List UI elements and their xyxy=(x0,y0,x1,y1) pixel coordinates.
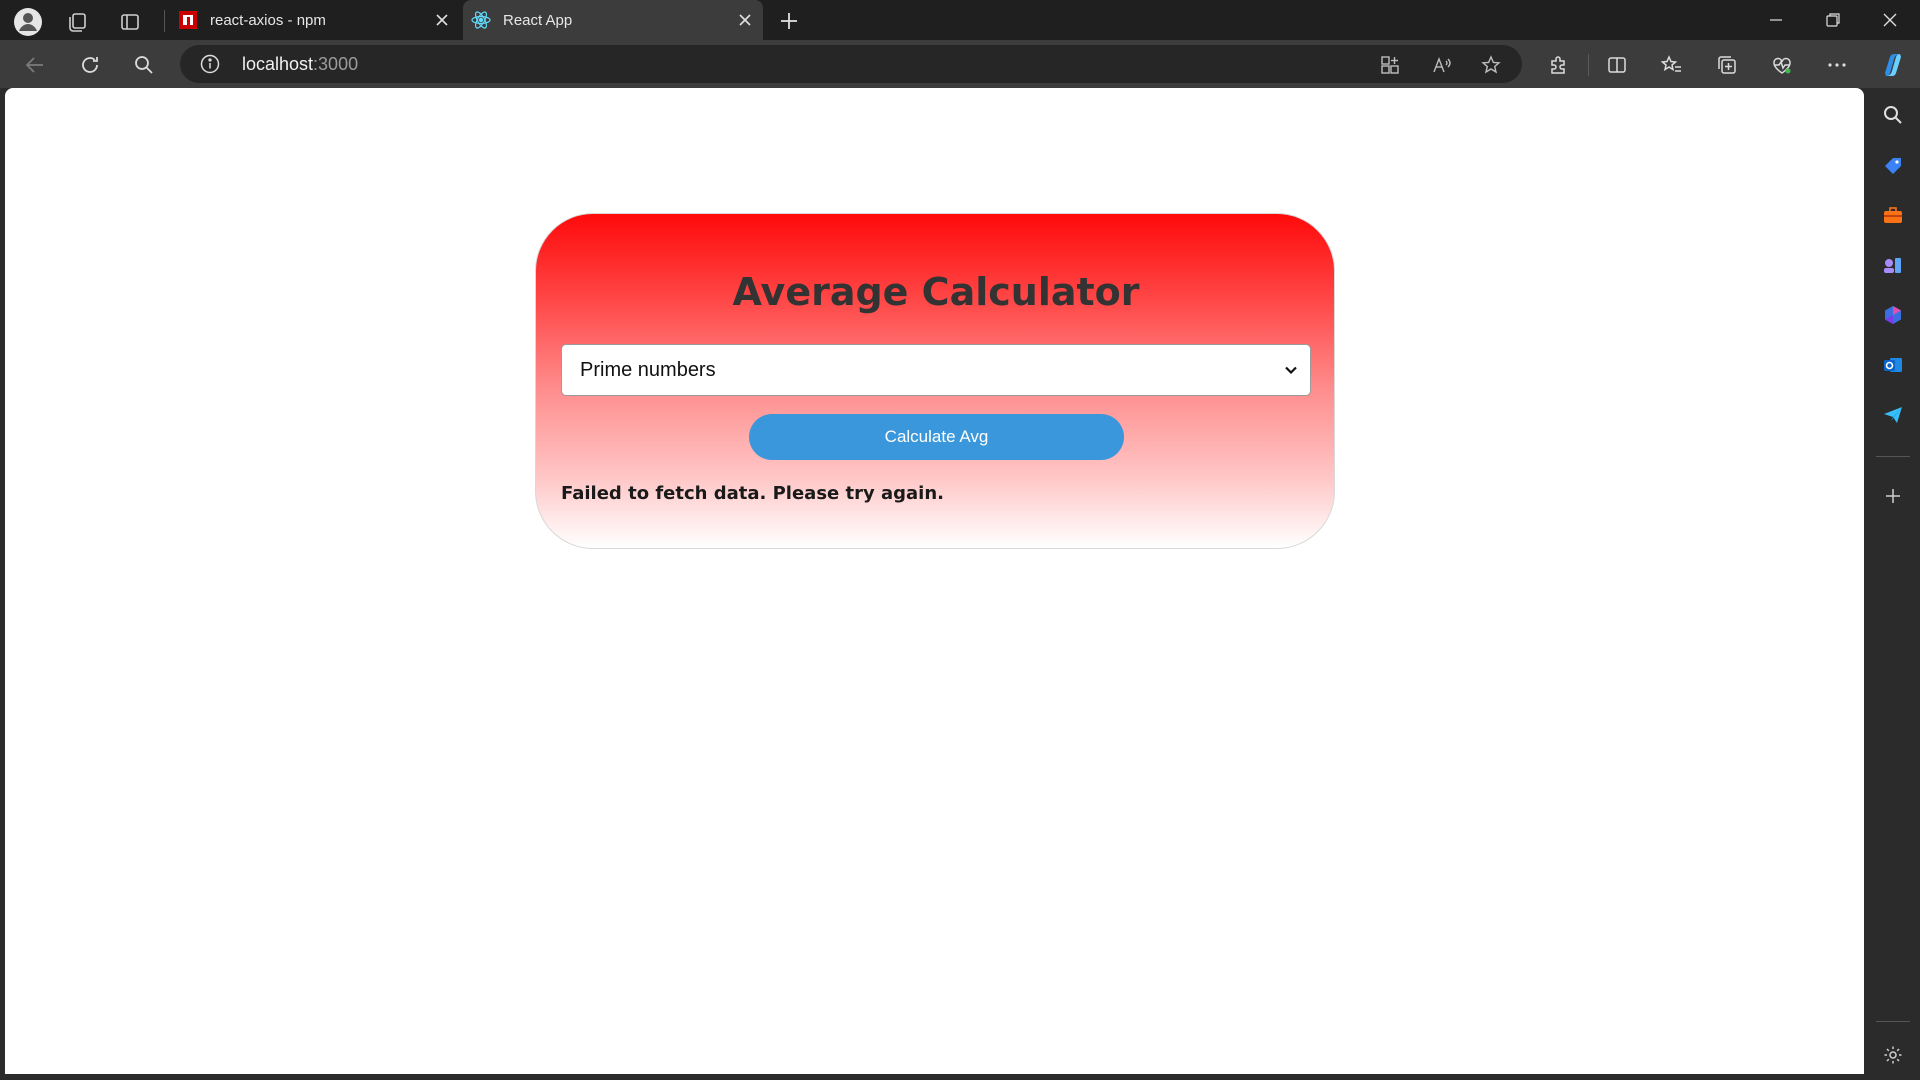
split-screen-icon[interactable] xyxy=(1600,48,1634,82)
refresh-button[interactable] xyxy=(73,48,107,82)
tab-react-axios-npm[interactable]: react-axios - npm xyxy=(170,0,460,40)
page-viewport: Average Calculator Prime numbers Calcula… xyxy=(5,88,1864,1074)
react-icon xyxy=(471,10,491,30)
outlook-icon[interactable] xyxy=(1877,349,1909,381)
site-info-icon[interactable] xyxy=(198,52,222,76)
collections-icon[interactable] xyxy=(1710,48,1744,82)
url-text[interactable]: localhost:3000 xyxy=(242,54,358,75)
microsoft-365-icon[interactable] xyxy=(1877,299,1909,331)
url-host: localhost xyxy=(242,54,314,74)
app-available-icon[interactable] xyxy=(1375,50,1405,80)
select-value: Prime numbers xyxy=(580,358,716,381)
games-icon[interactable] xyxy=(1877,249,1909,281)
favorites-list-icon[interactable] xyxy=(1655,48,1689,82)
new-tab-button[interactable] xyxy=(774,6,804,36)
edge-sidebar xyxy=(1866,88,1920,1080)
send-icon[interactable] xyxy=(1877,399,1909,431)
close-icon[interactable] xyxy=(428,6,456,34)
favorite-star-icon[interactable] xyxy=(1476,50,1506,80)
page-title: Average Calculator xyxy=(732,270,1140,314)
sidebar-divider xyxy=(1876,1021,1910,1022)
calculate-avg-button[interactable]: Calculate Avg xyxy=(749,414,1124,460)
close-window-button[interactable] xyxy=(1862,0,1918,40)
extensions-icon[interactable] xyxy=(1541,48,1575,82)
sidebar-search-icon[interactable] xyxy=(1877,99,1909,131)
tab-title: React App xyxy=(503,11,573,29)
close-icon[interactable] xyxy=(731,6,759,34)
read-aloud-icon[interactable] xyxy=(1427,50,1457,80)
restore-button[interactable] xyxy=(1805,0,1861,40)
tab-separator xyxy=(164,10,165,32)
tools-briefcase-icon[interactable] xyxy=(1877,199,1909,231)
number-type-select[interactable]: Prime numbers xyxy=(561,344,1311,396)
settings-gear-icon[interactable] xyxy=(1877,1039,1909,1071)
profile-avatar-icon[interactable] xyxy=(12,6,44,38)
calculator-card: Average Calculator Prime numbers Calcula… xyxy=(535,213,1335,549)
add-sidebar-app-icon[interactable] xyxy=(1877,480,1909,512)
tab-title: react-axios - npm xyxy=(210,11,326,29)
tab-strip: react-axios - npm React App xyxy=(0,0,1920,44)
chevron-down-icon xyxy=(1282,361,1300,379)
shopping-tag-icon[interactable] xyxy=(1877,149,1909,181)
toolbar-divider xyxy=(1588,54,1589,76)
more-options-icon[interactable] xyxy=(1820,48,1854,82)
url-port: :3000 xyxy=(313,54,359,74)
browser-essentials-icon[interactable] xyxy=(1765,48,1799,82)
tab-react-app[interactable]: React App xyxy=(463,0,763,40)
search-icon[interactable] xyxy=(127,48,161,82)
minimize-button[interactable] xyxy=(1748,0,1804,40)
workspaces-icon[interactable] xyxy=(61,6,93,38)
copilot-icon[interactable] xyxy=(1876,48,1910,82)
address-bar[interactable]: localhost:3000 xyxy=(180,45,1522,83)
error-message: Failed to fetch data. Please try again. xyxy=(561,483,944,504)
vertical-tabs-icon[interactable] xyxy=(114,6,146,38)
npm-icon xyxy=(178,10,198,30)
sidebar-divider xyxy=(1876,456,1910,457)
back-button[interactable] xyxy=(18,48,52,82)
browser-toolbar: localhost:3000 xyxy=(0,40,1920,88)
